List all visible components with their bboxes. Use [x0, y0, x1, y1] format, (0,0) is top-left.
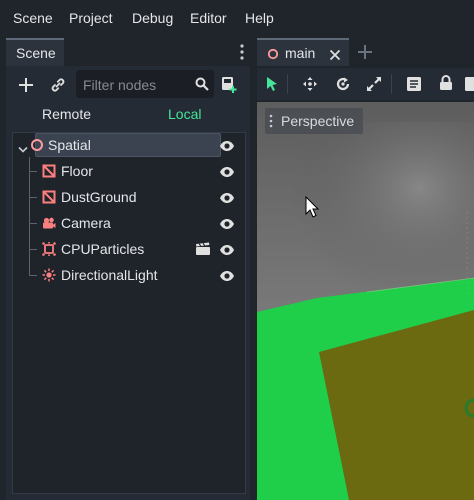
- collapse-arrow-icon[interactable]: [18, 141, 28, 157]
- tab-main[interactable]: main: [257, 38, 349, 66]
- visibility-eye-icon[interactable]: [219, 269, 235, 285]
- close-icon[interactable]: [329, 48, 341, 64]
- local-button[interactable]: Local: [168, 106, 201, 122]
- visibility-eye-icon[interactable]: [219, 191, 235, 207]
- link-icon[interactable]: [50, 77, 66, 96]
- tab-scene[interactable]: Scene: [6, 38, 64, 66]
- drag-handle-icon: [269, 114, 273, 131]
- group-icon[interactable]: [464, 76, 474, 95]
- tree-item-label: Camera: [61, 215, 111, 231]
- remote-local-switch: Remote Local: [6, 102, 250, 128]
- move-tool-icon[interactable]: [302, 76, 318, 95]
- viewport-toolbar: [257, 68, 474, 100]
- menu-editor[interactable]: Editor: [190, 9, 227, 27]
- search-icon: [195, 77, 209, 94]
- toolbar-divider: [391, 74, 392, 94]
- tree-item-camera[interactable]: Camera: [13, 211, 245, 237]
- dock-menu-icon[interactable]: [240, 44, 244, 63]
- tree-item-label: CPUParticles: [61, 241, 145, 257]
- scene-tab-bar: main: [257, 38, 474, 68]
- visibility-eye-icon[interactable]: [219, 165, 235, 181]
- mesh-instance-icon: [42, 190, 56, 207]
- filter-nodes-input[interactable]: [76, 70, 214, 98]
- remote-button[interactable]: Remote: [42, 106, 91, 122]
- scene-dock: Scene Remote Local: [6, 38, 250, 500]
- tree-item-label: Spatial: [48, 137, 91, 153]
- scale-tool-icon[interactable]: [366, 76, 382, 95]
- tree-item-label: Floor: [61, 163, 93, 179]
- tab-main-label: main: [285, 45, 316, 61]
- 3d-viewport[interactable]: Perspective: [257, 102, 474, 500]
- rotate-tool-icon[interactable]: [335, 76, 351, 95]
- menu-project[interactable]: Project: [69, 9, 113, 27]
- perspective-menu-button[interactable]: Perspective: [265, 108, 363, 134]
- clapperboard-icon[interactable]: [195, 242, 211, 259]
- dock-tab-bar: Scene: [6, 38, 250, 66]
- tree-item-floor[interactable]: Floor: [13, 159, 245, 185]
- tree-item-directionallight[interactable]: DirectionalLight: [13, 263, 245, 289]
- spatial-icon: [30, 138, 44, 155]
- particles-icon: [42, 241, 56, 259]
- menu-bar: Scene Project Debug Editor Help: [0, 0, 474, 34]
- tree-item-label: DirectionalLight: [61, 267, 158, 283]
- tab-scene-label: Scene: [16, 45, 56, 61]
- camera-icon: [42, 216, 56, 233]
- viewport-scene-render: [257, 102, 474, 500]
- scene-tree: Spatial Floor DustGround Camera CPUParti…: [12, 132, 246, 494]
- menu-help[interactable]: Help: [245, 9, 274, 27]
- tree-item-label: DustGround: [61, 189, 137, 205]
- tree-item-dustground[interactable]: DustGround: [13, 185, 245, 211]
- tree-item-spatial[interactable]: Spatial: [13, 133, 245, 159]
- visibility-eye-icon[interactable]: [219, 139, 235, 155]
- spatial-icon: [267, 47, 279, 63]
- filter-nodes-field[interactable]: [83, 76, 183, 94]
- tree-item-cpuparticles[interactable]: CPUParticles: [13, 237, 245, 263]
- visibility-eye-icon[interactable]: [219, 217, 235, 233]
- toolbar-divider: [287, 74, 288, 94]
- mesh-instance-icon: [42, 164, 56, 181]
- add-tab-icon[interactable]: [357, 44, 373, 63]
- scene-toolbar: [6, 70, 250, 100]
- menu-scene[interactable]: Scene: [13, 9, 53, 27]
- mouse-cursor-icon: [305, 195, 320, 221]
- list-select-icon[interactable]: [406, 76, 422, 95]
- lock-icon[interactable]: [439, 75, 453, 94]
- select-tool-icon[interactable]: [265, 76, 279, 95]
- instance-scene-icon[interactable]: [220, 76, 238, 97]
- perspective-label: Perspective: [281, 113, 355, 129]
- directional-light-icon: [42, 268, 56, 285]
- add-node-icon[interactable]: [18, 77, 34, 96]
- visibility-eye-icon[interactable]: [219, 243, 235, 259]
- menu-debug[interactable]: Debug: [132, 9, 173, 27]
